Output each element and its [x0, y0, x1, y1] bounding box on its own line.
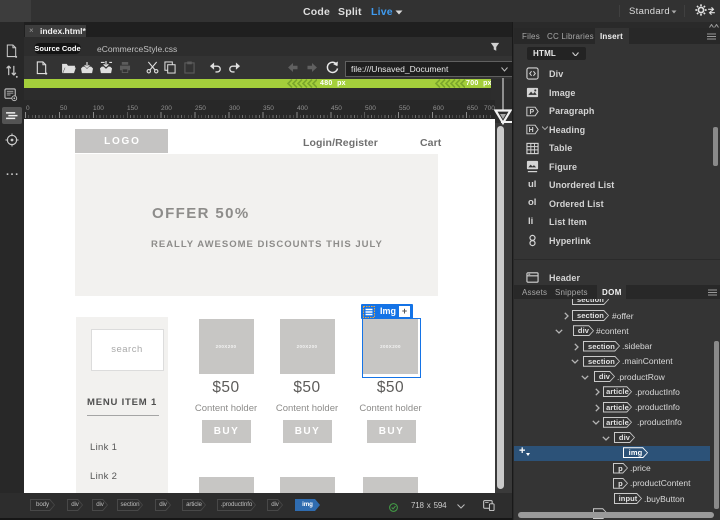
svg-text:H: H: [529, 127, 534, 134]
svg-text:P: P: [529, 109, 534, 116]
